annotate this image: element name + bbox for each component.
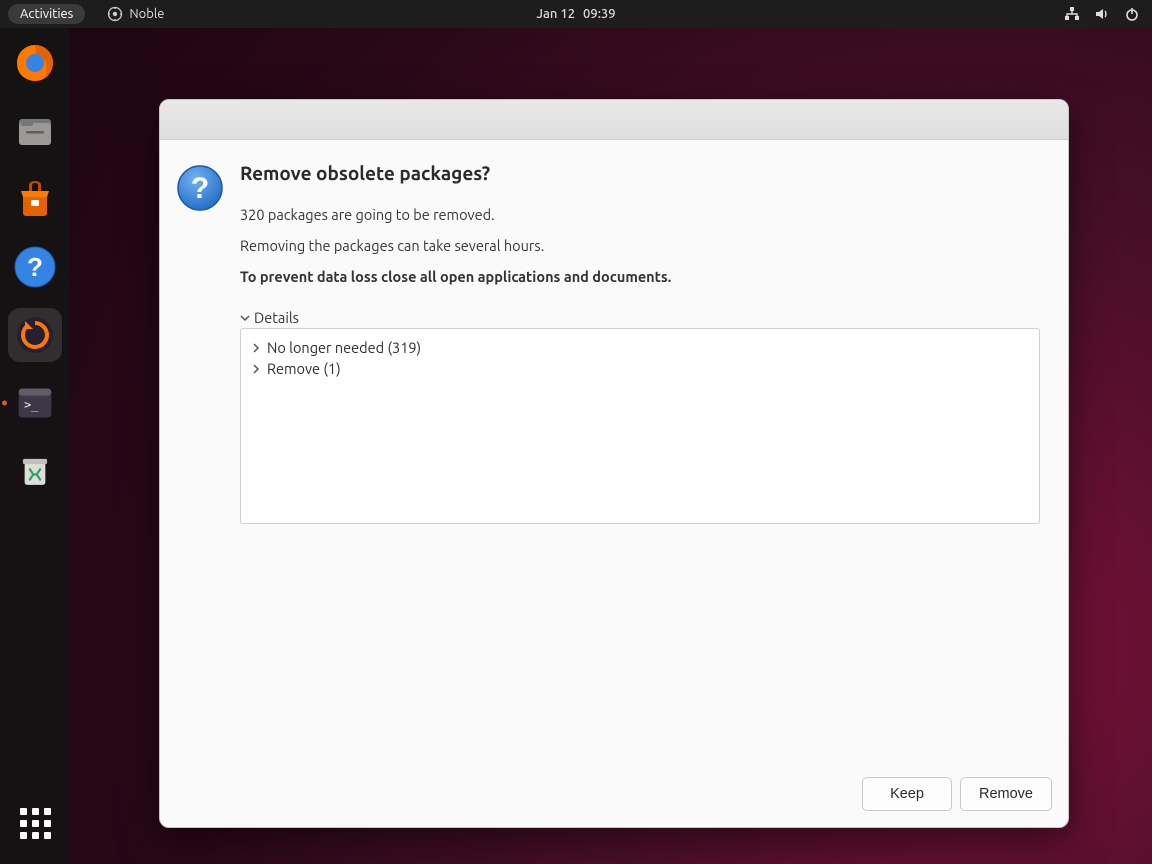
details-expander[interactable]: Details — [240, 309, 1040, 326]
network-icon — [1064, 6, 1080, 22]
dock-firefox[interactable] — [8, 36, 62, 90]
upgrade-dialog: ? Remove obsolete packages? 320 packages… — [159, 99, 1069, 828]
dialog-title: Remove obsolete packages? — [240, 162, 1040, 184]
tree-item-no-longer-needed[interactable]: No longer needed (319) — [251, 337, 1029, 358]
app-menu-label: Noble — [129, 7, 164, 21]
dialog-warning: To prevent data loss close all open appl… — [240, 268, 1040, 285]
dialog-footer: Keep Remove — [160, 767, 1068, 827]
dialog-line2: Removing the packages can take several h… — [240, 237, 1040, 254]
svg-text:?: ? — [27, 252, 43, 282]
dock-terminal[interactable]: >_ — [8, 376, 62, 430]
chevron-down-icon — [240, 313, 250, 323]
status-area[interactable] — [1064, 6, 1140, 22]
dock-files[interactable] — [8, 104, 62, 158]
show-applications[interactable] — [8, 796, 62, 850]
tree-item-label: Remove (1) — [267, 360, 341, 377]
app-menu-icon — [107, 6, 123, 22]
dialog-line1: 320 packages are going to be removed. — [240, 206, 1040, 223]
chevron-right-icon — [251, 364, 261, 374]
details-box[interactable]: No longer needed (319) Remove (1) — [240, 328, 1040, 524]
dock-help[interactable]: ? — [8, 240, 62, 294]
svg-text:>_: >_ — [24, 397, 39, 411]
question-icon: ? — [176, 164, 224, 212]
dock: ? >_ — [0, 28, 70, 864]
top-panel: Activities Noble Jan 12 09:39 — [0, 0, 1152, 28]
power-icon — [1124, 6, 1140, 22]
remove-button[interactable]: Remove — [960, 777, 1052, 811]
dock-trash[interactable] — [8, 444, 62, 498]
clock-date: Jan 12 — [536, 7, 575, 21]
clock-time: 09:39 — [583, 7, 616, 21]
activities-button[interactable]: Activities — [8, 4, 85, 24]
details-label: Details — [254, 309, 299, 326]
tree-item-label: No longer needed (319) — [267, 339, 421, 356]
volume-icon — [1094, 6, 1110, 22]
chevron-right-icon — [251, 343, 261, 353]
tree-item-remove[interactable]: Remove (1) — [251, 358, 1029, 379]
dock-updater[interactable] — [8, 308, 62, 362]
dock-software[interactable] — [8, 172, 62, 226]
keep-button[interactable]: Keep — [862, 777, 952, 811]
dialog-titlebar[interactable] — [160, 100, 1068, 140]
app-menu[interactable]: Noble — [107, 6, 164, 22]
apps-grid-icon — [20, 808, 51, 839]
svg-text:?: ? — [191, 172, 209, 205]
clock[interactable]: Jan 12 09:39 — [536, 7, 615, 21]
